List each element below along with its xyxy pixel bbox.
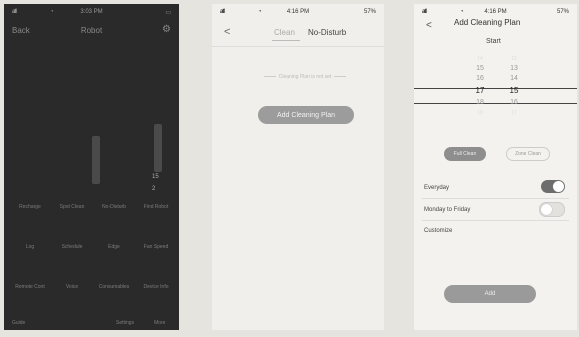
back-icon[interactable]: < — [224, 26, 230, 38]
back-icon[interactable]: < — [426, 20, 432, 31]
phone-cleaning-plan-list: atl ◔ 4:16 PM 57% < Clean No-Disturb Cle… — [212, 4, 384, 330]
hour-option[interactable]: 16 — [470, 74, 490, 84]
hour-option[interactable]: 15 — [470, 64, 490, 74]
status-time: 3:03 PM — [80, 9, 103, 15]
grid-item-voice[interactable]: Voice — [52, 284, 92, 290]
footer-more[interactable]: More — [154, 320, 165, 326]
status-bar: atl ◔ 3:03 PM ▭ — [4, 8, 179, 20]
hour-selected[interactable]: 17 — [470, 84, 490, 98]
weekdays-toggle[interactable] — [539, 202, 565, 217]
hour-option[interactable]: 18 — [470, 98, 490, 108]
grid-item-device-info[interactable]: Device Info — [136, 284, 176, 290]
minute-selected[interactable]: 15 — [504, 84, 524, 98]
toggle-knob — [553, 181, 564, 192]
grid-item-recharge[interactable]: Recharge — [10, 204, 50, 210]
repeat-everyday-label: Everyday — [424, 185, 450, 191]
time-picker[interactable]: 14 15 16 17 18 19 12 13 14 15 16 17 — [414, 54, 577, 134]
phone-robot-home: atl ◔ 3:03 PM ▭ Back Robot ⚙ 15 2 Rechar… — [4, 4, 179, 330]
phone-add-cleaning-plan: atl ◔ 4:16 PM 57% < Add Cleaning Plan St… — [414, 4, 577, 330]
minute-option[interactable]: 14 — [504, 74, 524, 84]
gear-icon[interactable]: ⚙ — [162, 24, 171, 35]
start-label: Start — [486, 38, 501, 45]
status-time: 4:16 PM — [484, 9, 507, 15]
grid-item-find-robot[interactable]: Find Robot — [136, 204, 176, 210]
empty-state-text: Cleaning Plan is not set — [252, 74, 358, 80]
hour-option[interactable]: 14 — [470, 54, 490, 64]
active-tab-indicator — [272, 40, 300, 41]
battery-percent: 57% — [363, 9, 376, 15]
battery-percent: 57% — [556, 9, 569, 15]
grid-item-edge[interactable]: Edge — [94, 244, 134, 250]
add-cleaning-plan-button[interactable]: Add Cleaning Plan — [258, 106, 354, 124]
divider — [422, 220, 569, 221]
stat-value-2: 2 — [152, 186, 156, 192]
footer-guide[interactable]: Guide — [12, 320, 25, 326]
picker-selection-band — [414, 88, 577, 104]
grid-item-fan-speed[interactable]: Fan Speed — [136, 244, 176, 250]
add-button[interactable]: Add — [444, 285, 536, 303]
minute-option[interactable]: 16 — [504, 98, 524, 108]
tab-clean[interactable]: Clean — [274, 28, 295, 37]
minute-wheel[interactable]: 12 13 14 15 16 17 — [504, 54, 524, 118]
grid-item-consumables[interactable]: Consumables — [94, 284, 134, 290]
minute-option[interactable]: 12 — [504, 54, 524, 64]
tab-no-disturb[interactable]: No-Disturb — [308, 28, 346, 37]
customize-row[interactable]: Customize — [424, 228, 452, 234]
footer-settings[interactable]: Settings — [116, 320, 134, 326]
grid-item-remote-control[interactable]: Remote Cont — [10, 284, 50, 290]
status-bar: atl ◔ 4:16 PM 57% — [212, 8, 384, 20]
status-time: 4:16 PM — [286, 9, 310, 15]
divider — [422, 198, 569, 199]
minute-option[interactable]: 13 — [504, 64, 524, 74]
divider — [212, 46, 384, 47]
full-clean-chip[interactable]: Full Clean — [444, 147, 486, 161]
robot-status-bar-1 — [92, 136, 100, 184]
grid-item-schedule[interactable]: Schedule — [52, 244, 92, 250]
zone-clean-chip[interactable]: Zone Clean — [506, 147, 550, 161]
toggle-knob — [541, 204, 552, 215]
hour-option[interactable]: 19 — [470, 108, 490, 118]
stat-value-1: 15 — [152, 174, 159, 180]
minute-option[interactable]: 17 — [504, 108, 524, 118]
page-title: Robot — [80, 26, 103, 35]
grid-item-no-disturb[interactable]: No-Disturb — [94, 204, 134, 210]
battery-icon: ▭ — [165, 10, 171, 16]
repeat-weekdays-label: Monday to Friday — [424, 207, 471, 213]
hour-wheel[interactable]: 14 15 16 17 18 19 — [470, 54, 490, 118]
grid-item-log[interactable]: Log — [10, 244, 50, 250]
everyday-toggle[interactable] — [541, 180, 565, 193]
page-title: Add Cleaning Plan — [454, 18, 521, 27]
robot-status-bar-2 — [154, 124, 162, 172]
grid-item-spot-clean[interactable]: Spot Clean — [52, 204, 92, 210]
